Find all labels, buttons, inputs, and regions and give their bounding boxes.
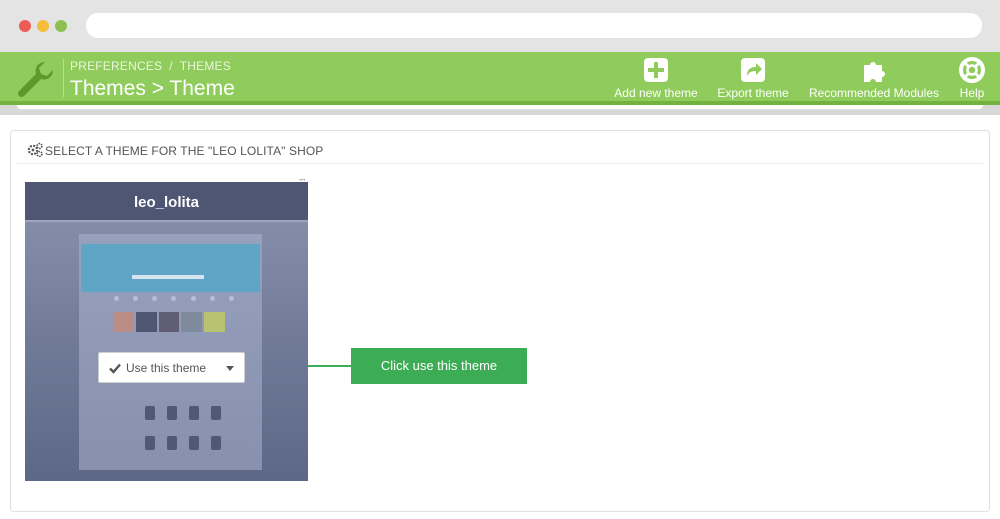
callout-connector-line: [308, 365, 351, 367]
preview-banner: [81, 244, 260, 292]
preview-product: [189, 406, 199, 420]
page-title: Themes > Theme: [70, 77, 235, 100]
panel-title: SELECT A THEME FOR THE "LEO LOLITA" SHOP: [45, 144, 324, 158]
close-window-dot[interactable]: [19, 20, 31, 32]
puzzle-icon: [864, 62, 885, 82]
share-arrow-icon: [741, 58, 765, 82]
breadcrumb: PREFERENCES / THEMES: [70, 59, 231, 73]
add-new-theme-label: Add new theme: [614, 86, 698, 100]
lifebuoy-icon: [959, 57, 985, 83]
add-new-theme-button[interactable]: Add new theme: [611, 57, 701, 100]
check-icon: [109, 363, 121, 374]
browser-chrome: [0, 0, 1000, 52]
theme-card-header: leo_lolita: [25, 182, 308, 222]
header-shadow: [0, 105, 1000, 115]
tutorial-callout: Click use this theme: [351, 348, 527, 384]
preview-icon-row: [114, 296, 234, 302]
help-label: Help: [959, 86, 985, 100]
preview-product-tiles: [113, 312, 225, 332]
preview-product: [189, 436, 199, 450]
header-divider: [63, 59, 64, 97]
export-theme-label: Export theme: [717, 86, 789, 100]
maximize-window-dot[interactable]: [55, 20, 67, 32]
preview-product: [145, 436, 155, 450]
chevron-down-icon[interactable]: [226, 366, 234, 371]
gears-icon: [27, 142, 43, 158]
recommended-modules-button[interactable]: Recommended Modules: [804, 57, 944, 100]
minimize-window-dot[interactable]: [37, 20, 49, 32]
breadcrumb-preferences[interactable]: PREFERENCES: [70, 59, 162, 73]
breadcrumb-separator: /: [169, 59, 173, 73]
preview-product: [167, 436, 177, 450]
preview-product: [211, 406, 221, 420]
use-this-theme-label: Use this theme: [126, 361, 207, 375]
preview-product: [145, 406, 155, 420]
recommended-modules-label: Recommended Modules: [808, 86, 940, 100]
preview-searchbar: [132, 275, 204, 279]
breadcrumb-themes[interactable]: THEMES: [180, 59, 231, 73]
theme-card: leo_lolita Use this theme: [25, 182, 308, 481]
use-this-theme-button[interactable]: Use this theme: [98, 352, 245, 383]
preview-product: [167, 406, 177, 420]
page-header: PREFERENCES / THEMES Themes > Theme Add ne…: [0, 52, 1000, 105]
address-bar[interactable]: [86, 13, 982, 38]
plus-square-icon: [644, 58, 668, 82]
wrench-icon: [17, 61, 54, 98]
export-theme-button[interactable]: Export theme: [712, 57, 794, 100]
theme-name: leo_lolita: [133, 194, 200, 211]
help-button[interactable]: Help: [955, 57, 989, 100]
panel-heading: SELECT A THEME FOR THE "LEO LOLITA" SHOP: [17, 137, 983, 164]
preview-product: [211, 436, 221, 450]
